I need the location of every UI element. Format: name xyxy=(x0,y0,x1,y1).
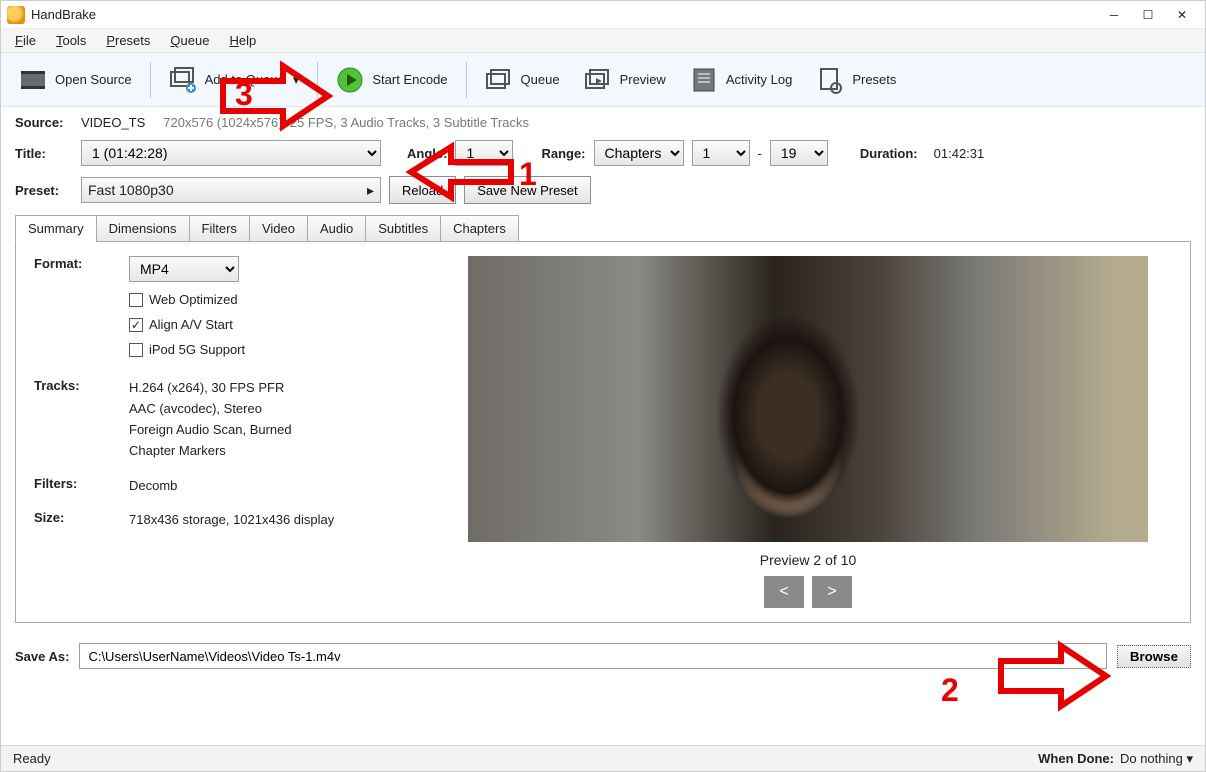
close-button[interactable]: ✕ xyxy=(1165,1,1199,29)
menu-bar: File Tools Presets Queue Help xyxy=(1,29,1205,53)
menu-help[interactable]: Help xyxy=(219,31,266,50)
menu-tools[interactable]: Tools xyxy=(46,31,96,50)
status-text: Ready xyxy=(13,751,51,766)
range-to-select[interactable]: 19 xyxy=(770,140,828,166)
track-line-0: H.264 (x264), 30 FPS PFR xyxy=(129,378,292,399)
format-label: Format: xyxy=(34,256,129,364)
preset-select[interactable]: Fast 1080p30 ▸ xyxy=(81,177,381,203)
save-new-preset-button[interactable]: Save New Preset xyxy=(464,176,590,204)
tab-video[interactable]: Video xyxy=(249,215,308,242)
when-done-label: When Done: xyxy=(1038,751,1114,766)
menu-file[interactable]: File xyxy=(5,31,46,50)
preset-row: Preset: Fast 1080p30 ▸ Reload Save New P… xyxy=(15,176,1191,204)
summary-pane: Format: MP4 Web Optimized ✓ Align A/V St… xyxy=(15,242,1191,623)
page-gear-icon xyxy=(816,66,844,94)
queue-button[interactable]: Queue xyxy=(475,58,570,102)
source-info: 720x576 (1024x576), 25 FPS, 3 Audio Trac… xyxy=(163,115,529,130)
log-icon xyxy=(690,66,718,94)
save-as-row: Save As: Browse xyxy=(1,643,1205,669)
svg-text:2: 2 xyxy=(941,672,959,708)
tab-subtitles[interactable]: Subtitles xyxy=(365,215,441,242)
title-row: Title: 1 (01:42:28) Angle: 1 Range: Chap… xyxy=(15,140,1191,166)
filters-label: Filters: xyxy=(34,476,129,497)
preview-image xyxy=(468,256,1148,542)
preview-label: Preview xyxy=(620,72,666,87)
web-optimized-label: Web Optimized xyxy=(149,290,238,311)
preview-next-button[interactable]: > xyxy=(812,576,852,608)
images-plus-icon xyxy=(169,66,197,94)
angle-label: Angle: xyxy=(407,146,447,161)
browse-button[interactable]: Browse xyxy=(1117,645,1191,668)
track-line-2: Foreign Audio Scan, Burned xyxy=(129,420,292,441)
format-select[interactable]: MP4 xyxy=(129,256,239,282)
angle-select[interactable]: 1 xyxy=(455,140,513,166)
save-as-input[interactable] xyxy=(79,643,1106,669)
title-label: Title: xyxy=(15,146,73,161)
range-label: Range: xyxy=(541,146,585,161)
maximize-button[interactable]: ☐ xyxy=(1131,1,1165,29)
align-av-checkbox[interactable]: ✓ xyxy=(129,318,143,332)
when-done-value[interactable]: Do nothing ▾ xyxy=(1120,751,1193,767)
source-row: Source: VIDEO_TS 720x576 (1024x576), 25 … xyxy=(15,115,1191,130)
tab-chapters[interactable]: Chapters xyxy=(440,215,519,242)
app-icon xyxy=(7,6,25,24)
presets-button[interactable]: Presets xyxy=(806,58,906,102)
minimize-button[interactable]: ─ xyxy=(1097,1,1131,29)
range-type-select[interactable]: Chapters xyxy=(594,140,684,166)
preview-caption: Preview 2 of 10 xyxy=(760,552,857,568)
toolbar: Open Source Add to Queue ▾ Start Encode … xyxy=(1,53,1205,107)
range-from-select[interactable]: 1 xyxy=(692,140,750,166)
menu-queue[interactable]: Queue xyxy=(160,31,219,50)
presets-label: Presets xyxy=(852,72,896,87)
tracks-value: H.264 (x264), 30 FPS PFR AAC (avcodec), … xyxy=(129,378,292,461)
start-encode-button[interactable]: Start Encode xyxy=(326,58,457,102)
play-icon xyxy=(336,66,364,94)
activity-log-label: Activity Log xyxy=(726,72,792,87)
align-av-label: Align A/V Start xyxy=(149,315,233,336)
ipod-checkbox[interactable] xyxy=(129,343,143,357)
save-as-label: Save As: xyxy=(15,649,69,664)
tab-bar: Summary Dimensions Filters Video Audio S… xyxy=(15,214,1191,242)
tab-filters[interactable]: Filters xyxy=(189,215,250,242)
open-source-label: Open Source xyxy=(55,72,132,87)
preview-button[interactable]: Preview xyxy=(574,58,676,102)
chevron-down-icon: ▾ xyxy=(293,72,300,88)
open-source-button[interactable]: Open Source xyxy=(9,58,142,102)
status-bar: Ready When Done: Do nothing ▾ xyxy=(1,745,1205,771)
source-value: VIDEO_TS xyxy=(81,115,145,130)
web-optimized-checkbox[interactable] xyxy=(129,293,143,307)
track-line-3: Chapter Markers xyxy=(129,441,292,462)
filters-value: Decomb xyxy=(129,476,177,497)
reload-button[interactable]: Reload xyxy=(389,176,456,204)
range-dash: - xyxy=(758,146,762,161)
tracks-label: Tracks: xyxy=(34,378,129,461)
images-stack-icon xyxy=(485,66,513,94)
title-select[interactable]: 1 (01:42:28) xyxy=(81,140,381,166)
duration-value: 01:42:31 xyxy=(934,146,985,161)
add-to-queue-label: Add to Queue xyxy=(205,72,285,87)
preset-value: Fast 1080p30 xyxy=(88,182,174,198)
duration-label: Duration: xyxy=(860,146,918,161)
tab-audio[interactable]: Audio xyxy=(307,215,366,242)
tab-dimensions[interactable]: Dimensions xyxy=(96,215,190,242)
preview-prev-button[interactable]: < xyxy=(764,576,804,608)
window-title: HandBrake xyxy=(31,7,96,22)
size-label: Size: xyxy=(34,510,129,531)
add-to-queue-button[interactable]: Add to Queue ▾ xyxy=(159,58,310,102)
ipod-label: iPod 5G Support xyxy=(149,340,245,361)
activity-log-button[interactable]: Activity Log xyxy=(680,58,802,102)
preview-icon xyxy=(584,66,612,94)
chevron-right-icon: ▸ xyxy=(367,182,374,199)
title-bar: HandBrake ─ ☐ ✕ xyxy=(1,1,1205,29)
source-label: Source: xyxy=(15,115,73,130)
menu-presets[interactable]: Presets xyxy=(96,31,160,50)
track-line-1: AAC (avcodec), Stereo xyxy=(129,399,292,420)
start-encode-label: Start Encode xyxy=(372,72,447,87)
film-icon xyxy=(19,66,47,94)
preset-label: Preset: xyxy=(15,183,73,198)
tab-summary[interactable]: Summary xyxy=(15,215,97,242)
queue-label: Queue xyxy=(521,72,560,87)
size-value: 718x436 storage, 1021x436 display xyxy=(129,510,334,531)
